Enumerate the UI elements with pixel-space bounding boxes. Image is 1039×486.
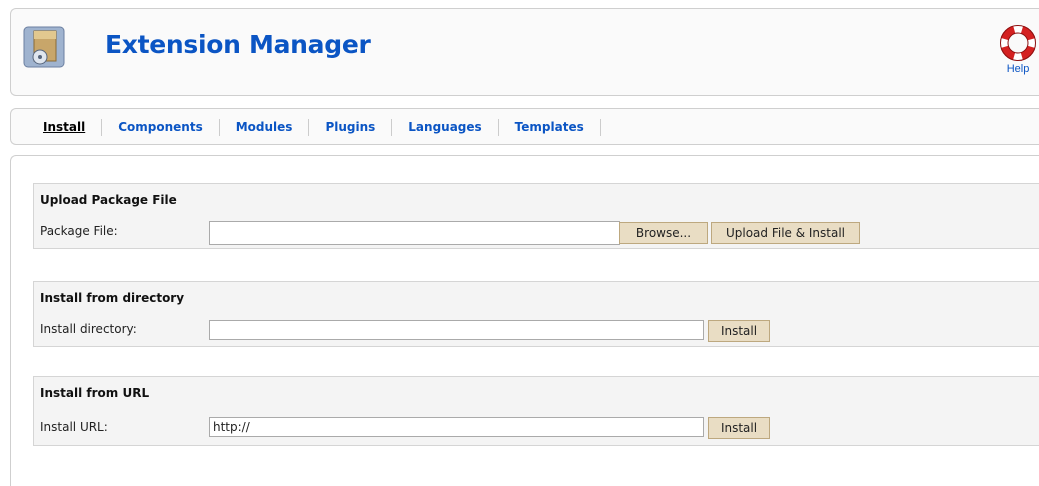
submenu-bar: Install Components Modules Plugins Langu…: [10, 108, 1039, 145]
install-directory-label: Install directory:: [40, 322, 137, 336]
tab-languages[interactable]: Languages: [392, 119, 499, 136]
tab-modules[interactable]: Modules: [220, 119, 310, 136]
upload-package-panel: Upload Package File Package File: Browse…: [33, 183, 1039, 249]
page-title: Extension Manager: [105, 30, 371, 59]
tab-templates[interactable]: Templates: [499, 119, 601, 136]
help-button[interactable]: Help: [998, 25, 1038, 85]
tab-install[interactable]: Install: [29, 119, 103, 136]
upload-install-button[interactable]: Upload File & Install: [711, 222, 860, 244]
install-directory-button[interactable]: Install: [708, 320, 770, 342]
browse-button[interactable]: Browse...: [619, 222, 708, 244]
submenu-tabs: Install Components Modules Plugins Langu…: [29, 119, 601, 136]
install-url-input[interactable]: [209, 417, 704, 437]
install-directory-title: Install from directory: [40, 291, 185, 305]
install-directory-input[interactable]: [209, 320, 704, 340]
help-label: Help: [1006, 63, 1030, 75]
install-url-button[interactable]: Install: [708, 417, 770, 439]
tab-components[interactable]: Components: [102, 119, 220, 136]
upload-package-title: Upload Package File: [40, 193, 177, 207]
install-url-label: Install URL:: [40, 420, 108, 434]
lifebuoy-icon: [1000, 25, 1036, 61]
extension-manager-icon: [23, 26, 65, 68]
install-url-panel: Install from URL Install URL: Install: [33, 376, 1039, 446]
install-url-title: Install from URL: [40, 386, 150, 400]
package-file-label: Package File:: [40, 224, 118, 238]
tab-plugins[interactable]: Plugins: [309, 119, 393, 136]
package-file-input[interactable]: [209, 221, 620, 245]
content-area: Upload Package File Package File: Browse…: [10, 155, 1039, 486]
install-directory-panel: Install from directory Install directory…: [33, 281, 1039, 347]
